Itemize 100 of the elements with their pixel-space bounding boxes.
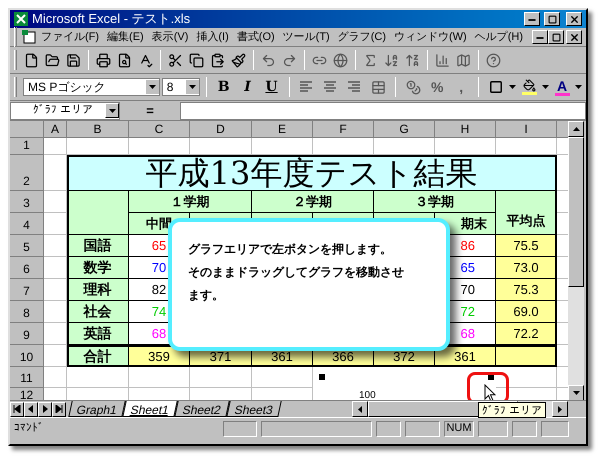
sheet-cell[interactable] [557, 213, 568, 235]
next-sheet-button[interactable] [38, 402, 52, 416]
sheet-cell[interactable] [44, 235, 67, 257]
sheet-cell[interactable] [67, 138, 129, 155]
scroll-left-button[interactable] [352, 401, 368, 417]
menu-item[interactable]: 書式(O) [232, 28, 279, 46]
maximize-button[interactable] [544, 12, 560, 26]
sheet-cell[interactable] [557, 345, 568, 367]
sheet-cell[interactable] [435, 138, 496, 155]
sheet-cell[interactable] [44, 301, 67, 323]
column-header[interactable]: A [44, 121, 67, 138]
sheet-tab[interactable]: Sheet3 [226, 401, 282, 417]
row-header[interactable]: 3 [10, 191, 44, 213]
formula-input[interactable] [180, 102, 586, 120]
scroll-down-button[interactable] [568, 385, 584, 400]
sheet-cell[interactable] [557, 323, 568, 345]
scroll-right-button[interactable] [552, 401, 568, 417]
table-cell[interactable] [67, 191, 129, 235]
column-header[interactable]: H [435, 121, 496, 138]
sheet-cell[interactable] [313, 138, 374, 155]
dropdown-button[interactable] [186, 80, 199, 94]
chart-area[interactable]: 100 [313, 367, 496, 400]
sheet-cell[interactable] [129, 138, 190, 155]
minimize-button[interactable] [524, 12, 540, 26]
sheet-tab[interactable]: Sheet1 [122, 401, 178, 417]
percent-button[interactable]: % [426, 76, 448, 98]
sheet-cell[interactable] [557, 279, 568, 301]
menu-item[interactable]: ファイル(F) [37, 28, 104, 46]
sheet-cell[interactable] [557, 138, 568, 155]
row-header[interactable]: 8 [10, 301, 44, 323]
row-header[interactable]: 11 [10, 367, 44, 388]
row-header[interactable]: 7 [10, 279, 44, 301]
last-sheet-button[interactable] [52, 402, 66, 416]
sheet-cell[interactable] [44, 345, 67, 367]
underline-button[interactable]: U [260, 76, 283, 98]
sheet-cell[interactable] [374, 138, 435, 155]
minimize-button[interactable] [532, 30, 548, 44]
menu-item[interactable]: ウィンドウ(W) [390, 28, 471, 46]
sheet-cell[interactable] [44, 323, 67, 345]
column-header[interactable]: G [374, 121, 435, 138]
sheet-tab[interactable]: Graph1 [68, 401, 126, 417]
row-header[interactable]: 1 [10, 138, 44, 155]
name-box[interactable]: ｸﾞﾗﾌ エリア [10, 102, 120, 120]
sheet-cell[interactable] [557, 191, 568, 213]
font-size-select[interactable]: 8 [162, 78, 200, 96]
scroll-thumb[interactable] [568, 137, 584, 287]
column-header[interactable]: C [129, 121, 190, 138]
sheet-cell[interactable] [557, 301, 568, 323]
row-header[interactable]: 2 [10, 155, 44, 191]
row-header[interactable]: 5 [10, 235, 44, 257]
restore-button[interactable] [548, 30, 564, 44]
row-header[interactable]: 4 [10, 213, 44, 235]
select-all-corner[interactable] [10, 121, 44, 138]
font-select[interactable]: MS Pゴシック [23, 78, 160, 96]
sheet-cell[interactable] [557, 235, 568, 257]
sheet-cell[interactable] [496, 138, 557, 155]
row-header[interactable]: 12 [10, 388, 44, 400]
menu-item[interactable]: ツール(T) [278, 28, 334, 46]
sheet-cell[interactable] [44, 155, 67, 191]
menu-item[interactable]: 編集(E) [103, 28, 148, 46]
font-color-button[interactable]: A [551, 76, 574, 98]
sheet-cell[interactable] [44, 367, 67, 388]
sheet-cell[interactable] [44, 279, 67, 301]
row-header[interactable]: 6 [10, 257, 44, 279]
row-header[interactable]: 9 [10, 323, 44, 345]
column-header[interactable]: I [496, 121, 557, 138]
sheet-cell[interactable] [44, 257, 67, 279]
sheet-tab[interactable]: Sheet2 [174, 401, 230, 417]
sheet-cell[interactable] [557, 367, 568, 388]
italic-button[interactable]: I [236, 76, 259, 98]
sheet-cell[interactable] [190, 138, 252, 155]
menu-item[interactable]: 挿入(I) [192, 28, 233, 46]
dropdown-button[interactable] [105, 103, 119, 118]
row-header[interactable]: 10 [10, 345, 44, 367]
sheet-cell[interactable] [557, 155, 568, 191]
sheet-cell[interactable] [44, 138, 67, 155]
comma-button[interactable]: , [450, 76, 472, 98]
menu-item[interactable]: グラフ(C) [334, 28, 390, 46]
selection-handle[interactable] [319, 374, 325, 380]
sheet-cell[interactable] [190, 367, 252, 388]
sheet-cell[interactable] [252, 367, 313, 388]
menu-item[interactable]: 表示(V) [148, 28, 192, 46]
sheet-cell[interactable] [67, 367, 129, 388]
sheet-cell[interactable] [44, 213, 67, 235]
sheet-cell[interactable] [252, 138, 313, 155]
column-header[interactable]: D [190, 121, 252, 138]
close-button[interactable] [566, 30, 582, 44]
vertical-scrollbar[interactable] [568, 121, 584, 400]
column-header[interactable]: F [313, 121, 374, 138]
sheet-cell[interactable] [129, 367, 190, 388]
sheet-cell[interactable] [496, 367, 557, 388]
first-sheet-button[interactable] [10, 402, 24, 416]
close-button[interactable] [566, 12, 582, 26]
bold-button[interactable]: B [212, 76, 235, 98]
previous-sheet-button[interactable] [24, 402, 38, 416]
menu-item[interactable]: ヘルプ(H) [470, 28, 527, 46]
sheet-cell[interactable] [557, 257, 568, 279]
scroll-up-button[interactable] [568, 121, 584, 137]
sheet-cell[interactable] [44, 191, 67, 213]
dropdown-button[interactable] [146, 80, 159, 94]
